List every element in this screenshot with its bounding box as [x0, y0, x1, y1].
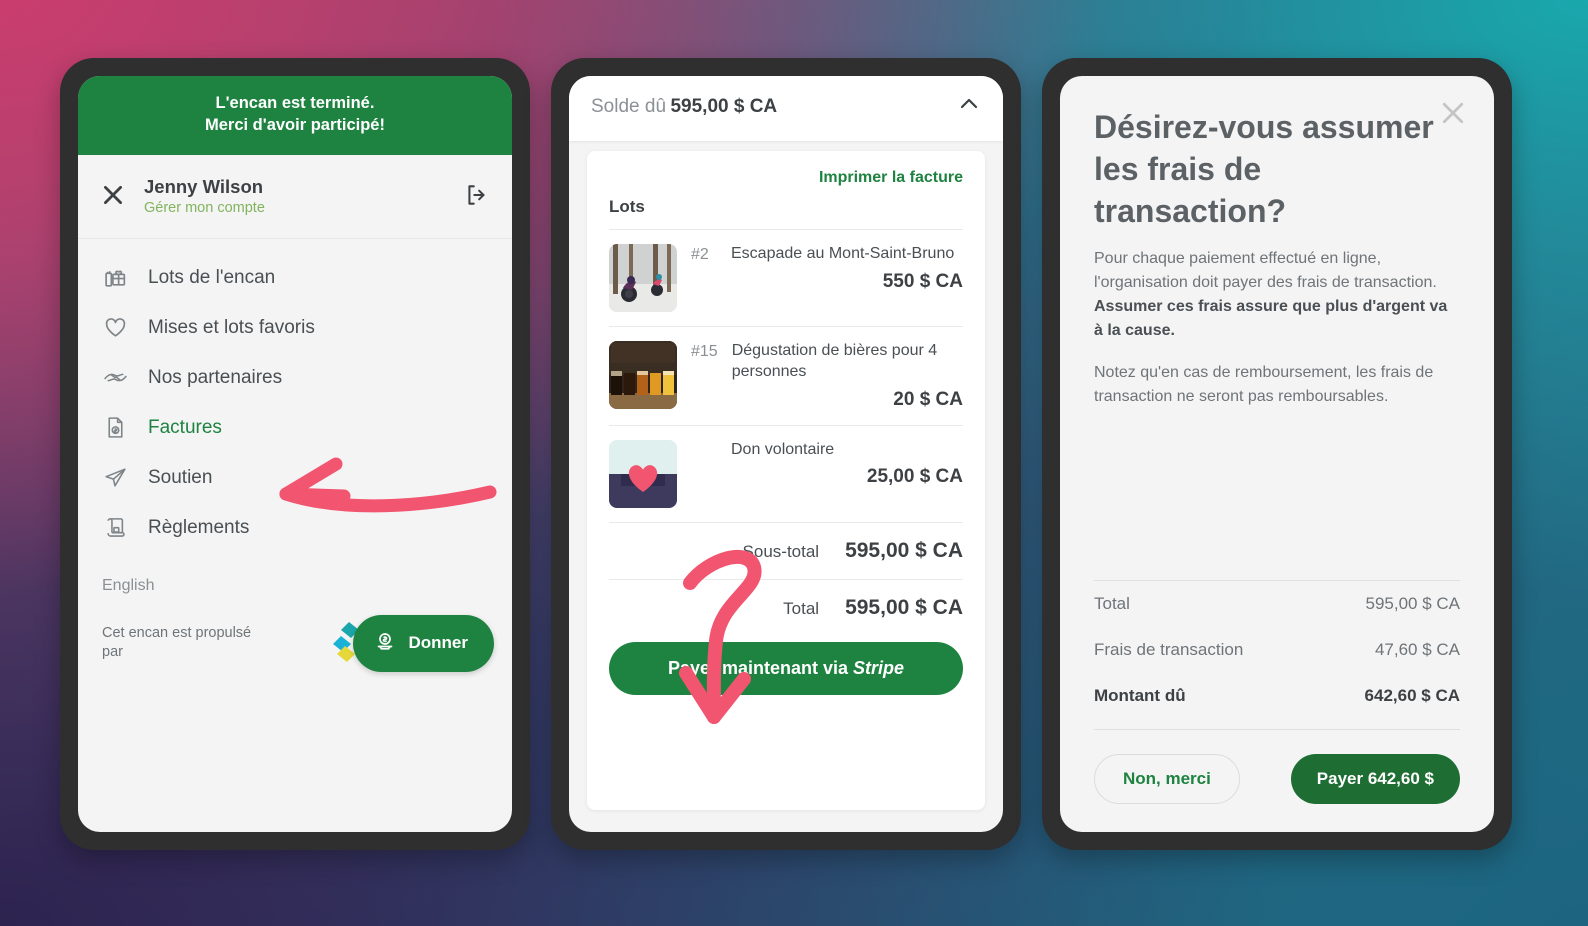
pay-now-button[interactable]: Payer maintenant via Stripe [609, 641, 963, 695]
lot-thumbnail [609, 439, 677, 508]
summary-row-total: Total 595,00 $ CA [1094, 580, 1460, 627]
balance-due-amount: 595,00 $ CA [670, 95, 778, 117]
invoice-icon [102, 415, 128, 441]
sidebar-item-lots[interactable]: Lots de l'encan [78, 253, 512, 303]
chevron-up-icon[interactable] [957, 92, 981, 121]
summary-value: 47,60 $ CA [1374, 640, 1460, 659]
table-row[interactable]: Don volontaire 25,00 $ CA [609, 424, 963, 522]
pay-button-brand: Stripe [853, 657, 905, 678]
modal-title: Désirez-vous assumer les frais de transa… [1094, 109, 1434, 230]
heart-donation-icon [609, 439, 677, 508]
lot-info: Dégustation de bières pour 4 personnes 2… [732, 341, 963, 411]
sidebar-item-reglements[interactable]: Règlements [78, 503, 512, 553]
summary-label: Montant dû [1094, 686, 1186, 705]
lot-number: #15 [691, 343, 718, 360]
middle-phone-frame: Solde dû 595,00 $ CA Imprimer la facture… [551, 58, 1021, 850]
summary-value: 642,60 $ CA [1364, 686, 1460, 705]
summary-row-fees: Frais de transaction 47,60 $ CA [1094, 627, 1460, 673]
balance-due-header[interactable]: Solde dû 595,00 $ CA [569, 76, 1003, 141]
sidebar-item-favorites[interactable]: Mises et lots favoris [78, 303, 512, 353]
sidebar-item-label: Règlements [148, 516, 250, 538]
scroll-icon [102, 515, 128, 541]
modal-paragraph-2: Notez qu'en cas de remboursement, les fr… [1094, 363, 1434, 405]
lot-name: Escapade au Mont-Saint-Bruno [731, 245, 955, 262]
pay-button-prefix: Payer maintenant via [667, 657, 854, 678]
modal-paragraph-1: Pour chaque paiement effectué en ligne, … [1094, 247, 1460, 343]
left-screen: L'encan est terminé. Merci d'avoir parti… [78, 76, 512, 832]
modal-actions: Non, merci Payer 642,60 $ [1094, 729, 1460, 804]
lot-thumbnail [609, 244, 677, 312]
right-phone-frame: Désirez-vous assumer les frais de transa… [1042, 58, 1512, 850]
lot-price: 25,00 $ CA [866, 466, 963, 488]
paragraph-1-bold: Assumer ces frais assure que plus d'arge… [1094, 297, 1448, 339]
subtotal-label: Sous-total [742, 541, 820, 561]
lot-thumbnail [609, 341, 677, 409]
sidebar-item-partners[interactable]: Nos partenaires [78, 353, 512, 403]
sidebar-item-label: Factures [148, 416, 222, 438]
close-icon[interactable] [1438, 98, 1468, 133]
table-row[interactable]: #2 Escapade au Mont-Saint-Bruno 550 $ CA [609, 229, 963, 326]
banner-line-2: Merci d'avoir participé! [205, 116, 385, 135]
close-icon[interactable] [100, 182, 126, 208]
account-row: Jenny Wilson Gérer mon compte [78, 154, 512, 239]
balance-due-label: Solde dû [591, 95, 667, 117]
donate-button[interactable]: Donner [352, 614, 494, 672]
sidebar-item-label: Mises et lots favoris [148, 316, 315, 338]
total-row: Total 595,00 $ CA [609, 578, 963, 636]
donate-wrapper: Donner [332, 614, 494, 672]
summary-label: Frais de transaction [1094, 640, 1244, 659]
sidebar-item-label: Soutien [148, 466, 213, 488]
modal-spacer [1094, 427, 1460, 580]
subtotal-value: 595,00 $ CA [845, 538, 963, 562]
lot-info: Escapade au Mont-Saint-Bruno 550 $ CA [731, 244, 963, 293]
table-row[interactable]: #15 Dégustation de bières pour 4 personn… [609, 326, 963, 425]
total-value: 595,00 $ CA [845, 595, 963, 619]
auction-ended-banner: L'encan est terminé. Merci d'avoir parti… [78, 76, 512, 155]
summary-label: Total [1094, 594, 1130, 613]
send-icon [102, 465, 128, 491]
fees-modal-screen: Désirez-vous assumer les frais de transa… [1060, 76, 1494, 832]
decline-fees-button[interactable]: Non, merci [1094, 754, 1240, 804]
lot-name: Don volontaire [731, 440, 835, 458]
lot-price: 550 $ CA [882, 270, 963, 292]
invoice-card: Imprimer la facture Lots #2 Escapade au … [587, 151, 985, 810]
handshake-icon [102, 365, 128, 391]
sidebar-item-soutien[interactable]: Soutien [78, 453, 512, 503]
lot-name: Dégustation de bières pour 4 personnes [731, 342, 938, 380]
heart-icon [102, 315, 128, 341]
powered-by-text: Cet encan est propulsé par [102, 624, 252, 661]
subtotal-row: Sous-total 595,00 $ CA [609, 521, 963, 579]
paragraph-1-plain: Pour chaque paiement effectué en ligne, … [1094, 249, 1437, 291]
sidebar-item-label: Lots de l'encan [148, 266, 276, 288]
lot-info: Don volontaire 25,00 $ CA [731, 440, 963, 489]
donate-button-label: Donner [408, 633, 469, 653]
lot-number [691, 440, 717, 442]
left-phone-frame: L'encan est terminé. Merci d'avoir parti… [60, 58, 530, 850]
summary-row-amount-due: Montant dû 642,60 $ CA [1094, 673, 1460, 719]
lots-heading: Lots [609, 197, 645, 216]
account-text[interactable]: Jenny Wilson Gérer mon compte [144, 175, 446, 216]
beer-flight-photo [609, 341, 677, 409]
account-name: Jenny Wilson [144, 175, 264, 197]
balance-due-text: Solde dû 595,00 $ CA [591, 96, 777, 118]
print-invoice-link[interactable]: Imprimer la facture [609, 155, 963, 193]
language-switcher[interactable]: English [78, 557, 512, 599]
sidebar-item-factures[interactable]: Factures [78, 403, 512, 453]
money-icon [373, 629, 397, 658]
logout-icon[interactable] [464, 182, 490, 208]
gift-icon [102, 265, 128, 291]
lot-price: 20 $ CA [893, 388, 963, 410]
banner-line-1: L'encan est terminé. [215, 94, 375, 112]
powered-by-row: Cet encan est propulsé par Donner [78, 599, 512, 692]
sidebar-menu: Lots de l'encan Mises et lots favoris No… [78, 239, 512, 557]
total-label: Total [783, 598, 820, 618]
lot-number: #2 [691, 246, 709, 263]
summary-value: 595,00 $ CA [1365, 594, 1460, 613]
sidebar-item-label: Nos partenaires [148, 366, 283, 388]
winter-cycling-photo [609, 244, 677, 312]
accept-fees-pay-button[interactable]: Payer 642,60 $ [1290, 754, 1460, 804]
manage-account-link[interactable]: Gérer mon compte [144, 200, 446, 216]
invoice-screen: Solde dû 595,00 $ CA Imprimer la facture… [569, 76, 1003, 832]
